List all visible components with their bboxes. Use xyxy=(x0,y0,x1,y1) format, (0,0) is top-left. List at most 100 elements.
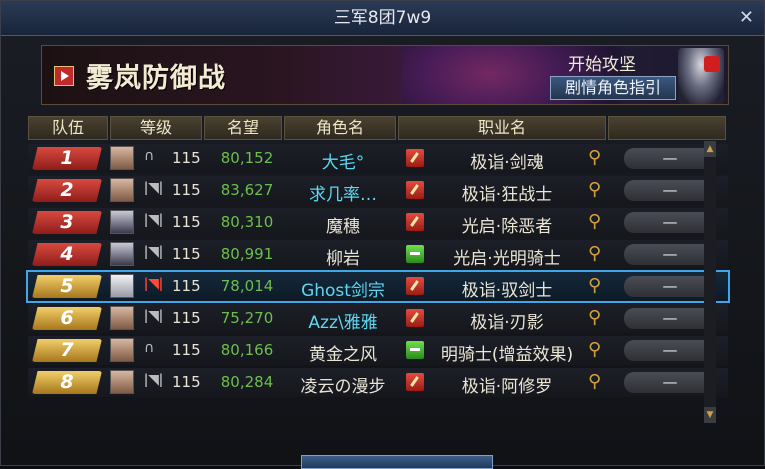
table-row[interactable]: 5 ǀ◥ǀ 115 78,014 Ghost剑宗 极诣·驭剑士 ⚲ — xyxy=(26,270,730,303)
voice-status-icon: ǀ◥ǀ xyxy=(144,308,164,324)
fame-value: 80,152 xyxy=(220,149,274,167)
table-row[interactable]: 1 ∩ 115 80,152 大毛° 极诣·剑魂 ⚲ — xyxy=(28,144,728,173)
character-name: 大毛° xyxy=(321,153,365,173)
avatar[interactable] xyxy=(110,242,134,266)
inspect-magnifier-icon[interactable]: ⚲ xyxy=(588,371,601,392)
kick-button[interactable]: — xyxy=(624,180,716,201)
character-name: Ghost剑宗 xyxy=(301,281,385,301)
table-row[interactable]: 3 ǀ◥ǀ 115 80,310 魔穗 光启·除恶者 ⚲ — xyxy=(28,208,728,237)
dungeon-banner: 雾岚防御战 开始攻坚 剧情角色指引 xyxy=(41,45,729,105)
kick-button[interactable]: — xyxy=(624,148,716,169)
dungeon-title: 雾岚防御战 xyxy=(86,63,226,94)
kick-button[interactable]: — xyxy=(624,212,716,233)
avatar[interactable] xyxy=(110,338,134,362)
voice-status-icon: ǀ◥ǀ xyxy=(144,276,164,292)
inspect-magnifier-icon[interactable]: ⚲ xyxy=(588,179,601,200)
table-row[interactable]: 8 ǀ◥ǀ 115 80,284 凌云の漫步 极诣·阿修罗 ⚲ — xyxy=(28,368,728,397)
header-class: 职业名 xyxy=(398,116,606,140)
class-icon xyxy=(406,309,424,327)
inspect-magnifier-icon[interactable]: ⚲ xyxy=(588,307,601,328)
character-name: Azz\雅雅 xyxy=(308,313,378,333)
fame-value: 80,310 xyxy=(220,213,274,231)
start-raid-label: 开始攻坚 xyxy=(568,55,636,75)
header-fame: 名望 xyxy=(204,116,282,140)
voice-status-icon: ∩ xyxy=(144,148,155,164)
inspect-magnifier-icon[interactable]: ⚲ xyxy=(588,211,601,232)
fame-value: 75,270 xyxy=(220,309,274,327)
alert-badge-icon xyxy=(704,56,720,72)
avatar[interactable] xyxy=(110,306,134,330)
voice-status-icon: ǀ◥ǀ xyxy=(144,244,164,260)
class-name: 明骑士(增益效果) xyxy=(440,345,574,365)
level-value: 115 xyxy=(172,373,201,391)
play-arrow-icon xyxy=(54,66,74,86)
story-guide-button[interactable]: 剧情角色指引 xyxy=(550,76,676,100)
character-name: 柳岩 xyxy=(326,249,360,269)
header-level: 等级 xyxy=(110,116,202,140)
team-badge: 5 xyxy=(32,275,102,298)
class-name: 极诣·剑魂 xyxy=(470,153,544,173)
team-badge: 7 xyxy=(32,339,102,362)
class-name: 极诣·刃影 xyxy=(470,313,544,333)
class-icon xyxy=(406,213,424,231)
avatar[interactable] xyxy=(110,146,134,170)
scroll-up-icon[interactable]: ▲ xyxy=(704,141,716,157)
voice-status-icon: ǀ◥ǀ xyxy=(144,372,164,388)
character-name: 凌云の漫步 xyxy=(300,377,386,397)
team-badge: 8 xyxy=(32,371,102,394)
level-value: 115 xyxy=(172,149,201,167)
class-icon xyxy=(406,373,424,391)
voice-status-icon: ǀ◥ǀ xyxy=(144,212,164,228)
avatar[interactable] xyxy=(110,274,134,298)
character-name: 魔穗 xyxy=(326,217,360,237)
avatar[interactable] xyxy=(110,210,134,234)
class-icon xyxy=(406,277,424,295)
header-team: 队伍 xyxy=(28,116,108,140)
team-badge: 4 xyxy=(32,243,102,266)
team-badge: 2 xyxy=(32,179,102,202)
inspect-magnifier-icon[interactable]: ⚲ xyxy=(588,275,601,296)
avatar[interactable] xyxy=(110,370,134,394)
kick-button[interactable]: — xyxy=(624,276,716,297)
team-badge: 1 xyxy=(32,147,102,170)
scroll-down-icon[interactable]: ▼ xyxy=(704,407,716,423)
kick-button[interactable]: — xyxy=(624,340,716,361)
class-icon xyxy=(406,181,424,199)
class-icon xyxy=(406,341,424,359)
kick-button[interactable]: — xyxy=(624,308,716,329)
level-value: 115 xyxy=(172,245,201,263)
window-title: 三军8团7w9 xyxy=(1,1,764,36)
inspect-magnifier-icon[interactable]: ⚲ xyxy=(588,147,601,168)
voice-status-icon: ǀ◥ǀ xyxy=(144,180,164,196)
class-name: 极诣·阿修罗 xyxy=(461,377,553,397)
kick-button[interactable]: — xyxy=(624,372,716,393)
team-badge: 6 xyxy=(32,307,102,330)
table-row[interactable]: 7 ∩ 115 80,166 黄金之风 明骑士(增益效果) ⚲ — xyxy=(28,336,728,365)
scrollbar[interactable]: ▲ ▼ xyxy=(704,141,716,423)
level-value: 115 xyxy=(172,341,201,359)
class-icon xyxy=(406,245,424,263)
character-name: 黄金之风 xyxy=(309,345,377,365)
kick-button[interactable]: — xyxy=(624,244,716,265)
table-row[interactable]: 6 ǀ◥ǀ 115 75,270 Azz\雅雅 极诣·刃影 ⚲ — xyxy=(28,304,728,333)
class-name: 极诣·狂战士 xyxy=(461,185,553,205)
fame-value: 80,991 xyxy=(220,245,274,263)
table-row[interactable]: 4 ǀ◥ǀ 115 80,991 柳岩 光启·光明骑士 ⚲ — xyxy=(28,240,728,269)
level-value: 115 xyxy=(172,309,201,327)
header-action xyxy=(608,116,726,140)
class-name: 光启·除恶者 xyxy=(461,217,553,237)
inspect-magnifier-icon[interactable]: ⚲ xyxy=(588,339,601,360)
class-icon xyxy=(406,149,424,167)
fame-value: 83,627 xyxy=(220,181,274,199)
fame-value: 80,166 xyxy=(220,341,274,359)
avatar[interactable] xyxy=(110,178,134,202)
close-icon[interactable]: ✕ xyxy=(739,1,754,35)
class-name: 极诣·驭剑士 xyxy=(461,281,553,301)
header-name: 角色名 xyxy=(284,116,396,140)
table-row[interactable]: 2 ǀ◥ǀ 115 83,627 求几率… 极诣·狂战士 ⚲ — xyxy=(28,176,728,205)
inspect-magnifier-icon[interactable]: ⚲ xyxy=(588,243,601,264)
fame-value: 78,014 xyxy=(220,277,274,295)
team-badge: 3 xyxy=(32,211,102,234)
bottom-button[interactable] xyxy=(301,455,493,469)
fame-value: 80,284 xyxy=(220,373,274,391)
